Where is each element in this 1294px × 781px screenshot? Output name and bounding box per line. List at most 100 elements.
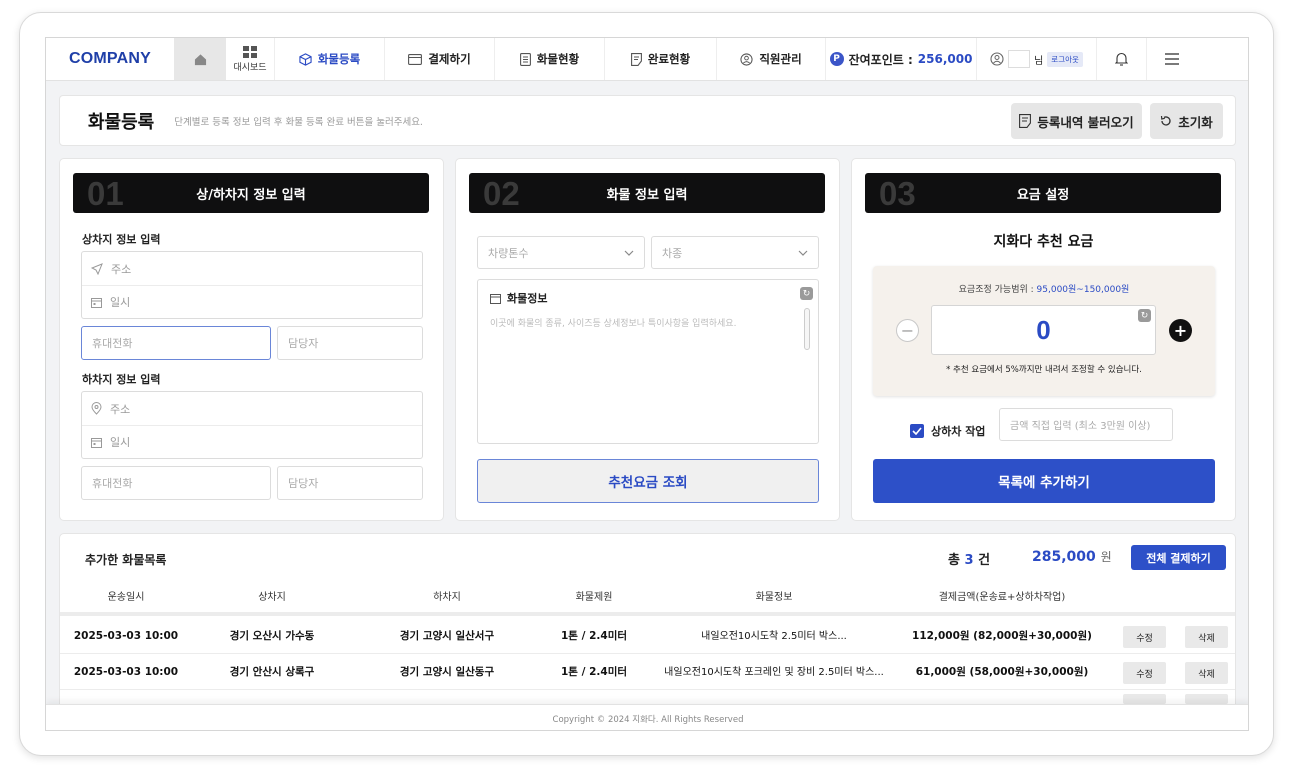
- nav-item-staff[interactable]: 직원관리: [716, 38, 826, 80]
- step-number: 03: [879, 175, 916, 212]
- edit-button[interactable]: 수정: [1123, 662, 1166, 684]
- fee-amount-input[interactable]: 0: [931, 305, 1156, 355]
- pickup-phone-input[interactable]: 휴대전화: [81, 326, 271, 360]
- box-icon: [299, 52, 312, 66]
- loading-work-label: 상하차 작업: [931, 425, 986, 438]
- vehicle-type-select[interactable]: 차종: [651, 236, 819, 269]
- user-circle-icon: [990, 52, 1004, 66]
- dashboard-button[interactable]: 대시보드: [226, 38, 274, 80]
- chevron-down-icon: [798, 250, 808, 256]
- tonnage-select[interactable]: 차량톤수: [477, 236, 645, 269]
- hamburger-menu-icon: [1164, 53, 1179, 65]
- copyright-text: Copyright © 2024 지화다. All Rights Reserve…: [552, 714, 744, 725]
- pickup-datetime-input[interactable]: 일시: [82, 285, 422, 318]
- increase-fee-button[interactable]: +: [1169, 319, 1192, 342]
- send-arrow-icon: [91, 262, 103, 275]
- delete-button[interactable]: 삭제: [1185, 662, 1228, 684]
- column-header: 운송일시: [107, 591, 145, 603]
- bell-icon: [1115, 52, 1128, 66]
- address-placeholder: 주소: [111, 262, 132, 276]
- nav-item-label: 완료현황: [647, 52, 691, 66]
- delete-button[interactable]: 삭제: [1185, 626, 1228, 648]
- total-suffix: 건: [978, 553, 991, 568]
- column-header: 화물제원: [575, 591, 613, 603]
- step-number: 02: [483, 175, 520, 212]
- footer: Copyright © 2024 지화다. All Rights Reserve…: [46, 704, 1248, 730]
- dropoff-phone-input[interactable]: 휴대전화: [81, 466, 271, 500]
- cargo-list-panel: 추가한 화물목록 총 3 건 285,000 원 전체 결제하기 운송일시 상차…: [59, 533, 1236, 730]
- home-icon: [194, 53, 206, 65]
- step-title: 요금 설정: [1016, 187, 1070, 203]
- dropoff-datetime-input[interactable]: 일시: [82, 425, 422, 458]
- delete-button[interactable]: [1185, 694, 1228, 704]
- cargo-info-placeholder: 이곳에 화물의 종류, 사이즈등 상세정보나 특이사항을 입력하세요.: [490, 319, 737, 329]
- nav-item-complete-status[interactable]: 완료현황: [604, 38, 716, 80]
- dropoff-address-input[interactable]: 주소: [82, 392, 422, 425]
- page-title: 화물등록: [88, 111, 155, 133]
- recommend-fee-lookup-button[interactable]: 추천요금 조회: [477, 459, 819, 503]
- location-pin-icon: [91, 402, 102, 415]
- plus-icon: +: [1173, 321, 1188, 340]
- pickup-address-input[interactable]: 주소: [82, 252, 422, 285]
- cell-date: 2025-03-03 10:00: [73, 666, 179, 678]
- direct-amount-input[interactable]: 금액 직접 입력 (최소 3만원 이상): [999, 408, 1173, 441]
- step-number: 01: [87, 175, 124, 212]
- page-header: 화물등록 단계별로 등록 정보 입력 후 화물 등록 완료 버튼을 눌러주세요.…: [59, 95, 1236, 146]
- pay-all-button[interactable]: 전체 결제하기: [1131, 545, 1226, 570]
- edit-button[interactable]: 수정: [1123, 626, 1166, 648]
- nav-item-payment[interactable]: 결제하기: [384, 38, 494, 80]
- logout-button[interactable]: 로그아웃: [1047, 51, 1083, 67]
- load-history-button[interactable]: 등록내역 불러오기: [1011, 103, 1142, 139]
- textarea-scrollbar[interactable]: [804, 308, 810, 350]
- nav-item-label: 화물등록: [317, 52, 361, 66]
- cargo-info-textarea[interactable]: 화물정보 이곳에 화물의 종류, 사이즈등 상세정보나 특이사항을 입력하세요.…: [477, 279, 819, 444]
- calendar-box-icon: [490, 293, 501, 304]
- nav-item-cargo-status[interactable]: 화물현황: [494, 38, 604, 80]
- cell-date: 2025-03-03 10:00: [73, 630, 179, 642]
- edit-button[interactable]: [1123, 694, 1166, 704]
- pickup-address-group: 주소 일시: [81, 251, 423, 319]
- total-amount-unit: 원: [1100, 550, 1112, 564]
- loading-work-checkbox-row[interactable]: 상하차 작업: [910, 423, 985, 439]
- menu-button[interactable]: [1146, 38, 1196, 80]
- total-prefix: 총: [948, 553, 960, 568]
- dropoff-manager-input[interactable]: 담당자: [277, 466, 423, 500]
- table-row: 2025-03-03 10:00 경기 오산시 가수동 경기 고양시 일산서구 …: [60, 619, 1235, 654]
- decrease-fee-button[interactable]: −: [896, 319, 919, 342]
- nav-item-label: 화물현황: [536, 52, 580, 66]
- reset-button[interactable]: 초기화: [1150, 103, 1223, 139]
- direct-amount-placeholder: 금액 직접 입력 (최소 3만원 이상): [1010, 421, 1151, 432]
- points-label: 잔여포인트 :: [848, 52, 913, 67]
- refresh-icon[interactable]: ↻: [1138, 309, 1151, 322]
- nav-item-cargo-register[interactable]: 화물등록: [274, 38, 384, 80]
- cargo-list-title: 추가한 화물목록: [85, 553, 167, 567]
- column-header: 결제금액(운송료+상하차작업): [938, 591, 1066, 603]
- cell-spec: 1톤 / 2.4미터: [560, 666, 628, 678]
- company-logo[interactable]: COMPANY: [46, 38, 174, 80]
- home-button[interactable]: [174, 38, 226, 80]
- nav-item-label: 결제하기: [428, 52, 471, 66]
- add-to-list-button[interactable]: 목록에 추가하기: [873, 459, 1215, 503]
- cargo-info-label-row: 화물정보: [490, 290, 547, 306]
- column-header: 상차지: [258, 591, 286, 603]
- refresh-icon[interactable]: ↻: [800, 287, 813, 300]
- cell-amount: 61,000원 (58,000원+30,000원): [915, 666, 1089, 678]
- document-check-icon: [630, 52, 642, 66]
- pickup-section-label: 상차지 정보 입력: [82, 233, 161, 246]
- notification-button[interactable]: [1096, 38, 1146, 80]
- chevron-down-icon: [624, 250, 634, 256]
- user-suffix: 님: [1034, 55, 1044, 67]
- step2-panel: 02 화물 정보 입력 차량톤수 차종 화물정보 이곳에 화물의 종류, 사이즈…: [455, 158, 840, 521]
- column-header: 화물정보: [755, 591, 793, 603]
- fee-range-value: 95,000원~150,000원: [1036, 285, 1130, 295]
- pickup-manager-input[interactable]: 담당자: [277, 326, 423, 360]
- loading-work-checkbox[interactable]: [910, 424, 924, 438]
- cell-dropoff: 경기 고양시 일산동구: [399, 666, 495, 678]
- page-subtitle: 단계별로 등록 정보 입력 후 화물 등록 완료 버튼을 눌러주세요.: [174, 116, 423, 128]
- total-count-value: 3: [964, 553, 974, 568]
- total-amount-value: 285,000: [1032, 549, 1096, 565]
- step3-panel: 03 요금 설정 지화다 추천 요금 요금조정 가능범위 : 95,000원~1…: [851, 158, 1236, 521]
- cell-pickup: 경기 오산시 가수동: [229, 630, 315, 642]
- wallet-icon: [408, 53, 423, 65]
- fee-note: * 추천 요금에서 5%까지만 내려서 조정할 수 있습니다.: [946, 365, 1142, 375]
